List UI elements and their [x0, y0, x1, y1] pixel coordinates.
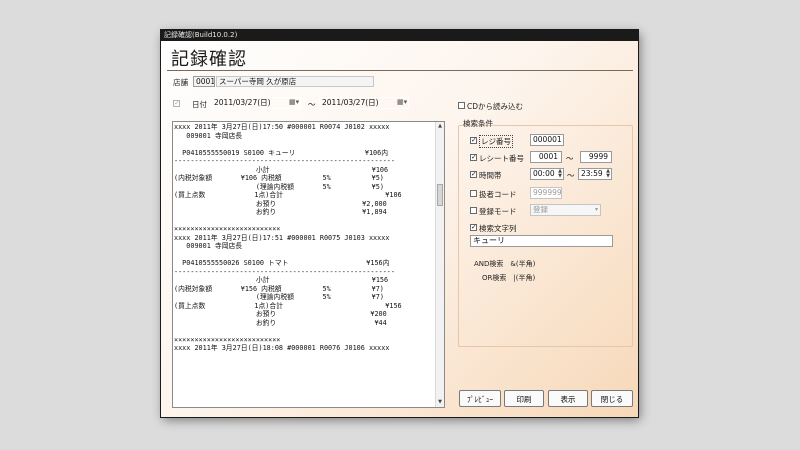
receipt-journal[interactable]: xxxx 2011年 3月27日(日)17:50 #000001 R0074 J…: [172, 121, 445, 408]
calendar-dropdown-to-icon[interactable]: ▦▾: [397, 98, 407, 106]
receipt-number-checkbox[interactable]: [470, 154, 477, 161]
record-confirm-window: 記録確認(Build10.0.2) 記録確認 店舗 0001 スーパー寺岡 久が…: [161, 30, 638, 417]
time-range-label: 時間帯: [479, 171, 502, 180]
date-range-separator: ～: [308, 100, 316, 109]
cd-read-label: CDから読み込む: [467, 102, 524, 111]
date-label: 日付: [192, 100, 207, 109]
chevron-down-icon: ▾: [594, 206, 598, 213]
time-to-input[interactable]: 23:59 ▲ ▼: [578, 168, 612, 180]
display-button[interactable]: 表示: [548, 390, 588, 407]
date-from-value: 2011/03/27(日): [214, 98, 271, 107]
scroll-thumb[interactable]: [437, 184, 443, 206]
register-label: レジ番号: [479, 135, 513, 148]
calendar-dropdown-from-icon[interactable]: ▦▾: [289, 98, 299, 106]
search-text-checkbox[interactable]: [470, 224, 477, 231]
store-label: 店舗: [173, 78, 188, 87]
registration-mode-select[interactable]: 登録 ▾: [530, 204, 601, 216]
search-conditions-title: 検索条件: [463, 119, 493, 128]
date-from-field[interactable]: 2011/03/27(日): [211, 97, 301, 109]
preview-button[interactable]: ﾌﾟﾚﾋﾞｭｰ: [459, 390, 501, 407]
registration-mode-label: 登録モード: [479, 207, 517, 216]
window-titlebar: 記録確認(Build10.0.2): [161, 30, 638, 41]
time-from-value: 00:00: [533, 169, 555, 178]
receipt-number-from-input[interactable]: 0001: [530, 151, 562, 163]
page-title: 記録確認: [171, 49, 247, 70]
time-to-value: 23:59: [581, 169, 603, 178]
cd-read-checkbox[interactable]: [458, 102, 465, 109]
receipt-range-separator: ～: [566, 154, 574, 163]
receipt-number-to-input[interactable]: 9999: [580, 151, 612, 163]
heading-divider: [167, 70, 633, 71]
search-text-label: 検索文字列: [479, 224, 517, 233]
date-to-value: 2011/03/27(日): [322, 98, 379, 107]
staff-code-label: 扱者コード: [479, 190, 517, 199]
register-number-input[interactable]: 000001: [530, 134, 564, 146]
scroll-down-icon[interactable]: ▼: [436, 399, 444, 405]
register-checkbox[interactable]: [470, 137, 477, 144]
time-from-input[interactable]: 00:00 ▲ ▼: [530, 168, 564, 180]
registration-mode-value: 登録: [533, 205, 548, 214]
close-button[interactable]: 閉じる: [591, 390, 633, 407]
registration-mode-checkbox[interactable]: [470, 207, 477, 214]
scroll-up-icon[interactable]: ▲: [436, 123, 444, 129]
time-range-separator: ～: [567, 171, 575, 180]
receipt-journal-text: xxxx 2011年 3月27日(日)17:50 #000001 R0074 J…: [174, 123, 402, 352]
store-code-field: 0001: [193, 76, 215, 87]
receipt-number-label: レシート番号: [479, 154, 524, 163]
time-from-spin-icon[interactable]: ▲ ▼: [558, 169, 562, 179]
or-search-hint: OR検索 |(半角): [482, 274, 536, 282]
receipt-scrollbar[interactable]: ▲ ▼: [435, 122, 444, 407]
print-button[interactable]: 印刷: [504, 390, 544, 407]
staff-code-input[interactable]: 999999: [530, 187, 562, 199]
and-search-hint: AND検索 &(半角): [474, 260, 536, 268]
date-checkbox: [173, 100, 180, 107]
search-text-input[interactable]: キューリ: [470, 235, 613, 247]
time-range-checkbox[interactable]: [470, 171, 477, 178]
staff-code-checkbox[interactable]: [470, 190, 477, 197]
date-to-field[interactable]: 2011/03/27(日): [319, 97, 409, 109]
time-to-spin-icon[interactable]: ▲ ▼: [606, 169, 610, 179]
store-name-field: スーパー寺岡 久が原店: [216, 76, 374, 87]
